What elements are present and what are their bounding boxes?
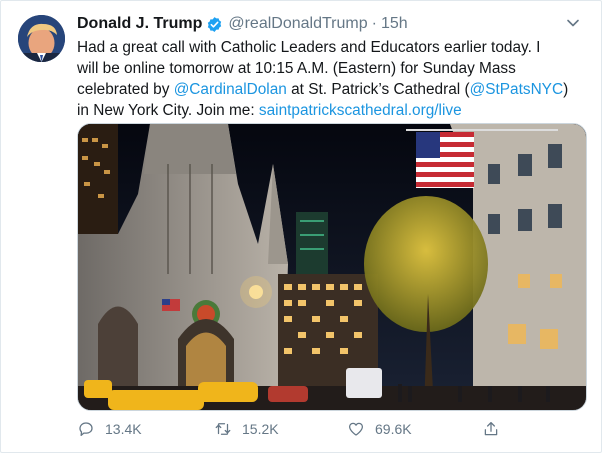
text-segment: celebrated by bbox=[77, 81, 174, 98]
tweet-text: Had a great call with Catholic Leaders a… bbox=[77, 37, 587, 121]
tweet-card[interactable]: Donald J. Trump @realDonaldTrump · 15h H… bbox=[0, 0, 602, 453]
tweet-line: in New York City. Join me: saintpatricks… bbox=[77, 100, 587, 121]
separator-dot: · bbox=[371, 15, 377, 32]
tweet-photo[interactable] bbox=[77, 123, 587, 411]
author-handle[interactable]: @realDonaldTrump bbox=[228, 15, 367, 33]
share-button[interactable] bbox=[482, 420, 510, 438]
chevron-down-icon[interactable] bbox=[565, 15, 581, 31]
avatar[interactable] bbox=[18, 15, 65, 62]
text-segment: ) bbox=[563, 81, 569, 98]
retweet-button[interactable]: 15.2K bbox=[214, 420, 279, 438]
tweet-header: Donald J. Trump @realDonaldTrump · 15h bbox=[77, 13, 583, 35]
tweet-actions: 13.4K 15.2K 69.6K bbox=[77, 417, 517, 441]
reply-count: 13.4K bbox=[105, 421, 142, 437]
cathedral-live-link[interactable]: saintpatrickscathedral.org/live bbox=[259, 102, 462, 119]
cathedral-photo bbox=[78, 124, 586, 410]
tweet-time[interactable]: 15h bbox=[381, 15, 408, 33]
heart-icon bbox=[348, 422, 364, 436]
tweet-line: Had a great call with Catholic Leaders a… bbox=[77, 39, 541, 56]
like-button[interactable]: 69.6K bbox=[347, 420, 412, 438]
like-count: 69.6K bbox=[375, 421, 412, 437]
retweet-count: 15.2K bbox=[242, 421, 279, 437]
verified-badge-icon bbox=[208, 16, 222, 32]
mention-stpatsnyc[interactable]: @StPatsNYC bbox=[470, 81, 563, 98]
tweet-line: celebrated by @CardinalDolan at St. Patr… bbox=[77, 79, 587, 100]
text-segment: in New York City. Join me: bbox=[77, 102, 259, 119]
mention-cardinaldolan[interactable]: @CardinalDolan bbox=[174, 81, 287, 98]
avatar-photo bbox=[18, 15, 65, 62]
retweet-icon bbox=[215, 423, 231, 435]
reply-button[interactable]: 13.4K bbox=[77, 420, 142, 438]
tweet-line: will be online tomorrow at 10:15 A.M. (E… bbox=[77, 60, 516, 77]
share-icon bbox=[484, 421, 498, 436]
author-name[interactable]: Donald J. Trump bbox=[77, 15, 202, 33]
text-segment: at St. Patrick’s Cathedral ( bbox=[286, 81, 470, 98]
reply-icon bbox=[79, 422, 93, 437]
